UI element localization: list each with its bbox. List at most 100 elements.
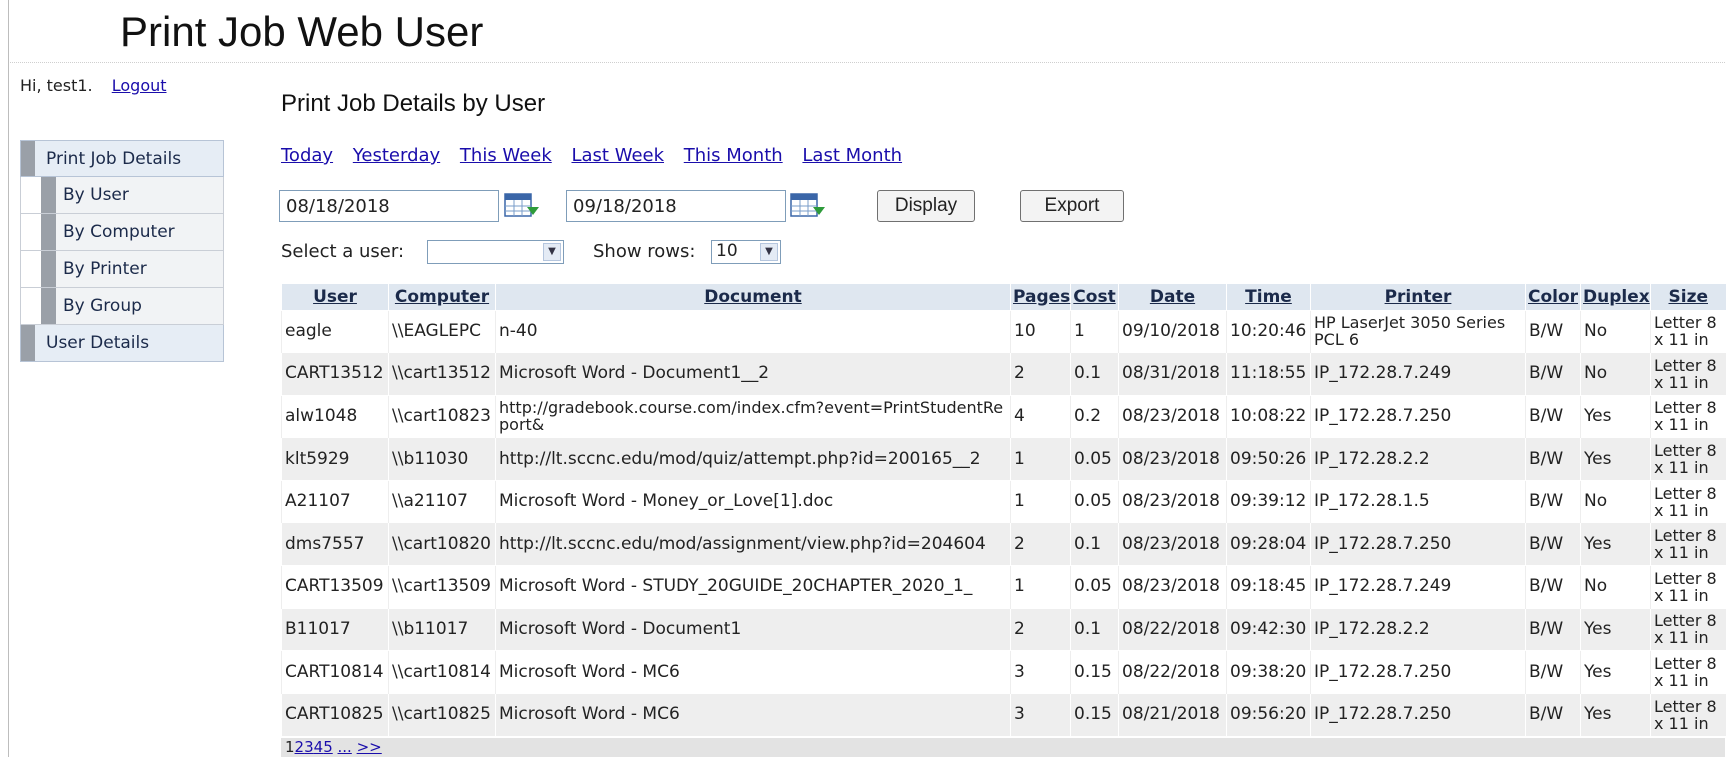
page-link-4[interactable]: 4 xyxy=(314,738,324,756)
cell-user: klt5929 xyxy=(281,437,389,481)
cell-date: 08/23/2018 xyxy=(1118,522,1227,566)
cell-size: Letter 8 x 11 in xyxy=(1650,692,1726,736)
page-link-2[interactable]: 2 xyxy=(295,738,305,756)
cell-user: CART13512 xyxy=(281,352,389,396)
cell-size: Letter 8 x 11 in xyxy=(1650,479,1726,523)
cell-pages: 1 xyxy=(1010,437,1071,481)
cell-size: Letter 8 x 11 in xyxy=(1650,650,1726,694)
cell-computer: \\cart10820 xyxy=(388,522,496,566)
cell-cost: 0.05 xyxy=(1070,565,1119,609)
cell-duplex: No xyxy=(1580,479,1651,523)
link-this-week[interactable]: This Week xyxy=(460,145,552,166)
page-link-more[interactable]: ... xyxy=(338,738,352,756)
cell-cost: 1 xyxy=(1070,309,1119,353)
cell-user: CART10814 xyxy=(281,650,389,694)
col-header-computer[interactable]: Computer xyxy=(388,284,496,310)
cell-document: http://gradebook.course.com/index.cfm?ev… xyxy=(495,394,1011,438)
nav-print-job-details[interactable]: Print Job Details xyxy=(20,140,224,177)
cell-pages: 2 xyxy=(1010,352,1071,396)
cell-computer: \\cart13509 xyxy=(388,565,496,609)
link-last-week[interactable]: Last Week xyxy=(571,145,664,166)
cell-color: B/W xyxy=(1525,692,1581,736)
col-header-printer[interactable]: Printer xyxy=(1310,284,1526,310)
chevron-down-icon[interactable]: ▼ xyxy=(543,243,561,261)
cell-cost: 0.2 xyxy=(1070,394,1119,438)
nav-by-group[interactable]: By Group xyxy=(20,288,224,325)
table-row: alw1048 \\cart10823 http://gradebook.cou… xyxy=(281,394,1726,438)
cell-document: n-40 xyxy=(495,309,1011,353)
cell-duplex: No xyxy=(1580,309,1651,353)
chevron-down-icon[interactable]: ▼ xyxy=(760,243,778,261)
cell-printer: IP_172.28.7.249 xyxy=(1310,352,1526,396)
cell-date: 08/22/2018 xyxy=(1118,650,1227,694)
page-link-5[interactable]: 5 xyxy=(323,738,333,756)
end-calendar-icon[interactable] xyxy=(789,191,827,221)
link-this-month[interactable]: This Month xyxy=(684,145,783,166)
cell-user: CART13509 xyxy=(281,565,389,609)
table-row: CART10814 \\cart10814 Microsoft Word - M… xyxy=(281,650,1726,694)
table-row: B11017 \\b11017 Microsoft Word - Documen… xyxy=(281,607,1726,651)
cell-size: Letter 8 x 11 in xyxy=(1650,394,1726,438)
show-rows-select[interactable]: 10 ▼ xyxy=(711,240,781,264)
show-rows-label: Show rows: xyxy=(593,241,696,262)
export-button[interactable]: Export xyxy=(1020,190,1124,222)
col-header-size[interactable]: Size xyxy=(1650,284,1726,310)
cell-size: Letter 8 x 11 in xyxy=(1650,309,1726,353)
cell-user: CART10825 xyxy=(281,692,389,736)
cell-size: Letter 8 x 11 in xyxy=(1650,522,1726,566)
nav-marker xyxy=(21,325,35,361)
cell-date: 08/23/2018 xyxy=(1118,479,1227,523)
cell-date: 08/23/2018 xyxy=(1118,437,1227,481)
table-row: CART13509 \\cart13509 Microsoft Word - S… xyxy=(281,565,1726,609)
cell-computer: \\b11017 xyxy=(388,607,496,651)
cell-user: dms7557 xyxy=(281,522,389,566)
cell-color: B/W xyxy=(1525,650,1581,694)
col-header-time[interactable]: Time xyxy=(1226,284,1311,310)
nav-user-details[interactable]: User Details xyxy=(20,325,224,362)
page-current: 1 xyxy=(285,738,295,756)
table-header-row: User Computer Document Pages Cost Date T… xyxy=(281,284,1726,310)
cell-pages: 1 xyxy=(1010,565,1071,609)
cell-pages: 3 xyxy=(1010,692,1071,736)
link-today[interactable]: Today xyxy=(281,145,333,166)
cell-computer: \\cart10823 xyxy=(388,394,496,438)
link-yesterday[interactable]: Yesterday xyxy=(353,145,440,166)
nav-by-user[interactable]: By User xyxy=(20,177,224,214)
cell-printer: IP_172.28.7.250 xyxy=(1310,522,1526,566)
link-last-month[interactable]: Last Month xyxy=(802,145,902,166)
nav-by-printer[interactable]: By Printer xyxy=(20,251,224,288)
print-jobs-table: User Computer Document Pages Cost Date T… xyxy=(281,284,1726,736)
sidebar-nav: Print Job Details By User By Computer By… xyxy=(20,140,224,362)
col-header-duplex[interactable]: Duplex xyxy=(1580,284,1651,310)
nav-by-computer[interactable]: By Computer xyxy=(20,214,224,251)
col-header-user[interactable]: User xyxy=(281,284,389,310)
page-link-3[interactable]: 3 xyxy=(304,738,314,756)
cell-size: Letter 8 x 11 in xyxy=(1650,352,1726,396)
start-calendar-icon[interactable] xyxy=(503,191,541,221)
col-header-document[interactable]: Document xyxy=(495,284,1011,310)
cell-printer: HP LaserJet 3050 Series PCL 6 xyxy=(1310,309,1526,353)
cell-pages: 4 xyxy=(1010,394,1071,438)
cell-time: 10:20:46 xyxy=(1226,309,1311,353)
cell-computer: \\EAGLEPC xyxy=(388,309,496,353)
user-select[interactable]: ▼ xyxy=(427,240,564,264)
page-link-next[interactable]: >> xyxy=(357,738,382,756)
start-date-input[interactable] xyxy=(279,190,499,222)
cell-printer: IP_172.28.2.2 xyxy=(1310,607,1526,651)
col-header-cost[interactable]: Cost xyxy=(1070,284,1119,310)
col-header-color[interactable]: Color xyxy=(1525,284,1581,310)
col-header-date[interactable]: Date xyxy=(1118,284,1227,310)
cell-duplex: Yes xyxy=(1580,522,1651,566)
cell-printer: IP_172.28.7.249 xyxy=(1310,565,1526,609)
col-header-pages[interactable]: Pages xyxy=(1010,284,1071,310)
cell-pages: 2 xyxy=(1010,522,1071,566)
show-rows-value: 10 xyxy=(716,241,738,261)
cell-computer: \\cart13512 xyxy=(388,352,496,396)
logout-link[interactable]: Logout xyxy=(112,76,167,95)
end-date-input[interactable] xyxy=(566,190,786,222)
nav-marker xyxy=(41,251,56,287)
table-row: CART10825 \\cart10825 Microsoft Word - M… xyxy=(281,692,1726,736)
display-button[interactable]: Display xyxy=(877,190,975,222)
cell-user: eagle xyxy=(281,309,389,353)
cell-cost: 0.05 xyxy=(1070,437,1119,481)
